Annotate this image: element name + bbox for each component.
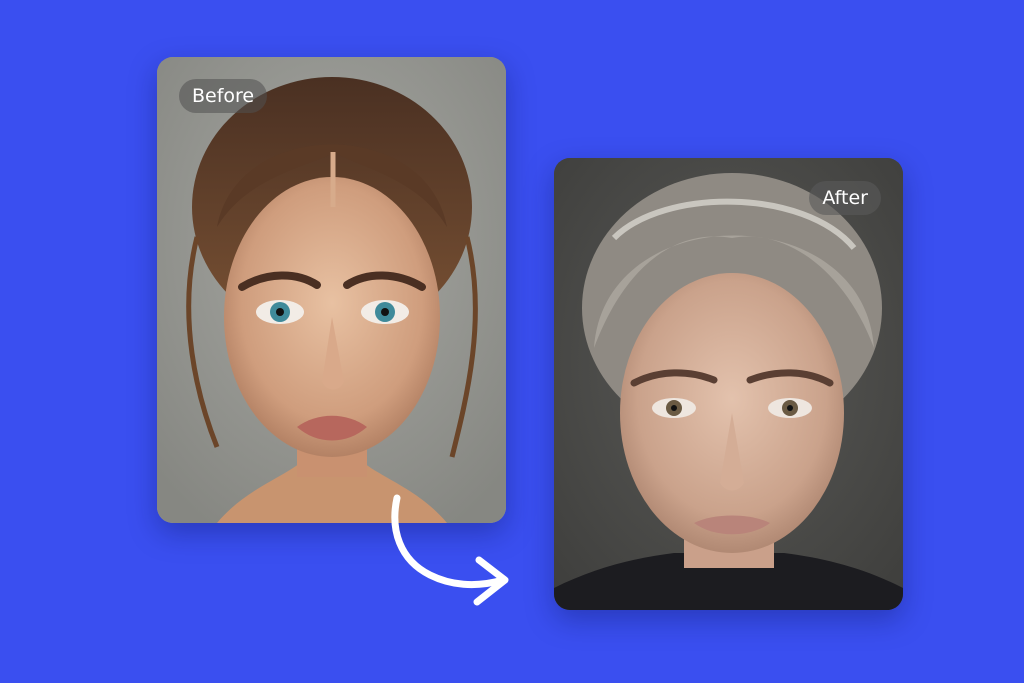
- curved-arrow-icon: [391, 494, 509, 606]
- after-card: After: [554, 158, 903, 610]
- before-card: Before: [157, 57, 506, 523]
- before-portrait-image: [157, 57, 506, 523]
- after-portrait-image: [554, 158, 903, 610]
- before-label: Before: [179, 79, 268, 113]
- after-label: After: [809, 181, 881, 215]
